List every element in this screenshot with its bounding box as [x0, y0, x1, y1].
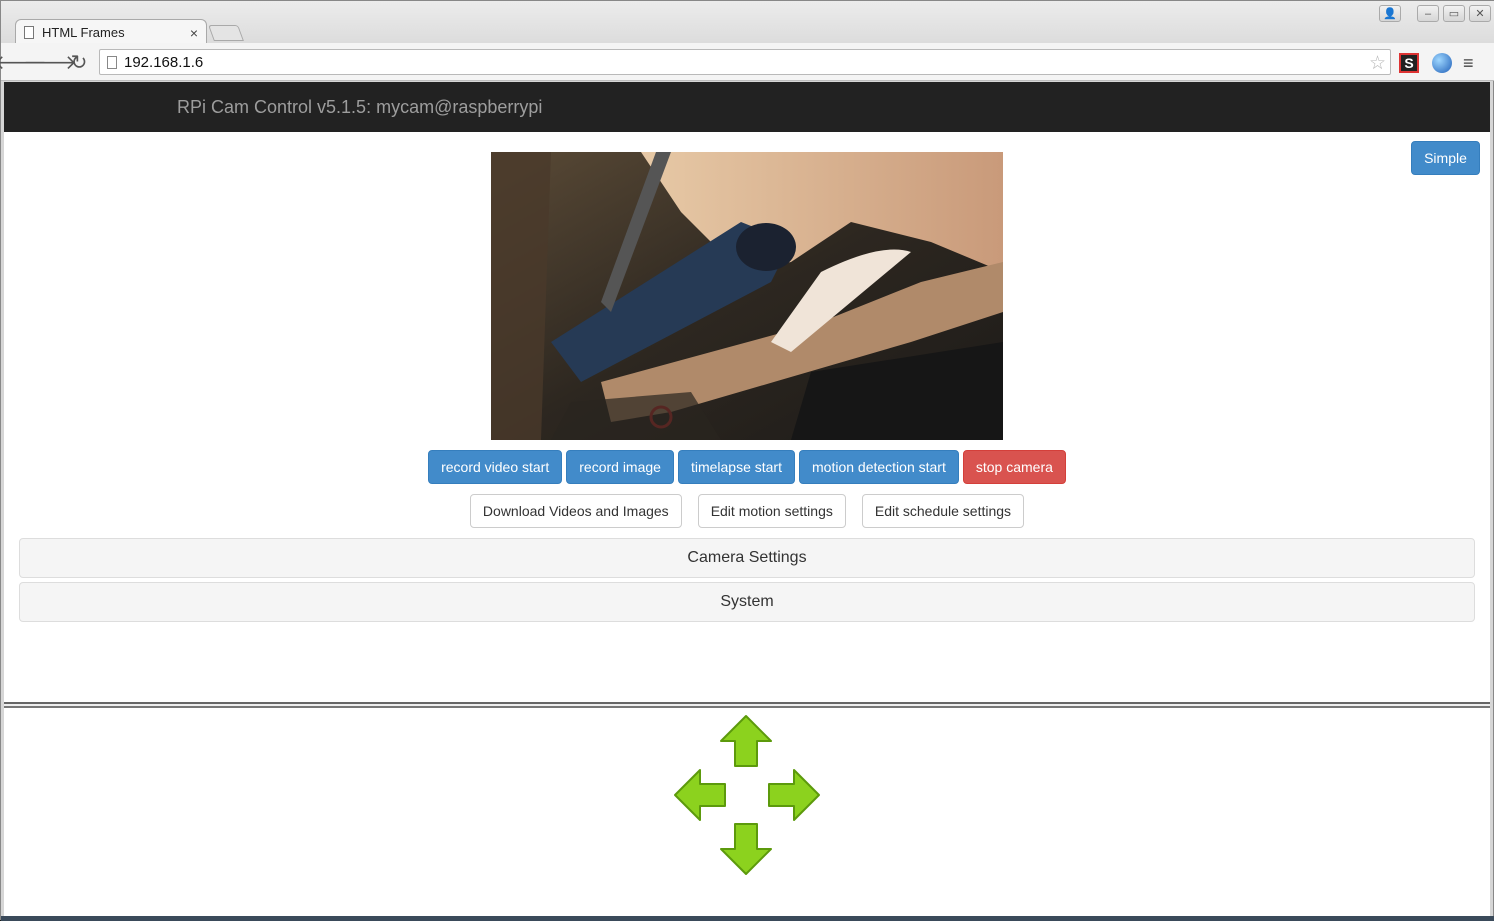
page-content: RPi Cam Control v5.1.5: mycam@raspberryp… — [4, 82, 1490, 916]
window-controls: 👤 – ▭ ✕ — [1379, 5, 1491, 22]
page-icon — [24, 26, 34, 39]
timelapse-start-button[interactable]: timelapse start — [677, 450, 795, 484]
tab-title: HTML Frames — [42, 25, 125, 40]
browser-toolbar: 🡐 🡒 ↻ 192.168.1.6 ☆ S ≡ — [0, 43, 1494, 81]
tab-strip: HTML Frames × 👤 – ▭ ✕ — [1, 1, 1494, 45]
reload-icon[interactable]: ↻ — [68, 51, 90, 74]
minimize-button[interactable]: – — [1417, 5, 1439, 22]
navbar-brand[interactable]: RPi Cam Control v5.1.5: mycam@raspberryp… — [177, 97, 542, 118]
address-bar[interactable]: 192.168.1.6 ☆ — [99, 49, 1391, 75]
pan-tilt-frame — [4, 708, 1490, 916]
page-icon — [107, 56, 117, 69]
camera-preview-picture — [491, 152, 1003, 440]
arrow-right-icon[interactable] — [767, 768, 821, 822]
arrow-down-icon[interactable] — [719, 822, 773, 876]
edit-motion-settings-button[interactable]: Edit motion settings — [697, 494, 846, 528]
edit-schedule-settings-button[interactable]: Edit schedule settings — [861, 494, 1025, 528]
arrow-left-icon[interactable] — [673, 768, 727, 822]
tab-html-frames[interactable]: HTML Frames × — [15, 19, 207, 45]
motion-detection-start-button[interactable]: motion detection start — [799, 450, 959, 484]
system-panel[interactable]: System — [19, 582, 1475, 622]
close-window-button[interactable]: ✕ — [1469, 5, 1491, 22]
app-navbar: RPi Cam Control v5.1.5: mycam@raspberryp… — [4, 82, 1490, 132]
camera-preview-image[interactable] — [491, 152, 1003, 440]
simple-button[interactable]: Simple — [1411, 141, 1480, 175]
arrow-up-icon[interactable] — [719, 714, 773, 768]
browser-window: HTML Frames × 👤 – ▭ ✕ 🡐 🡒 ↻ 192.168.1.6 … — [0, 0, 1494, 921]
camera-settings-panel[interactable]: Camera Settings — [19, 538, 1475, 578]
new-tab-button[interactable] — [208, 25, 244, 41]
url-text: 192.168.1.6 — [124, 53, 204, 71]
stop-camera-button[interactable]: stop camera — [962, 450, 1066, 484]
profile-icon[interactable]: 👤 — [1379, 5, 1401, 22]
settings-buttons: Download Videos and Images Edit motion s… — [4, 494, 1490, 528]
extension-s-icon[interactable]: S — [1399, 53, 1419, 73]
bookmark-star-icon[interactable]: ☆ — [1369, 52, 1386, 75]
record-image-button[interactable]: record image — [566, 450, 674, 484]
record-video-start-button[interactable]: record video start — [428, 450, 563, 484]
download-videos-images-button[interactable]: Download Videos and Images — [469, 494, 682, 528]
extension-globe-icon[interactable] — [1432, 53, 1452, 73]
forward-icon[interactable]: 🡒 — [23, 51, 77, 74]
taskbar-strip — [1, 916, 1494, 921]
tab-close-icon[interactable]: × — [190, 25, 198, 41]
camera-control-buttons: record video start record image timelaps… — [4, 450, 1490, 484]
menu-icon[interactable]: ≡ — [1463, 53, 1474, 74]
maximize-button[interactable]: ▭ — [1443, 5, 1465, 22]
